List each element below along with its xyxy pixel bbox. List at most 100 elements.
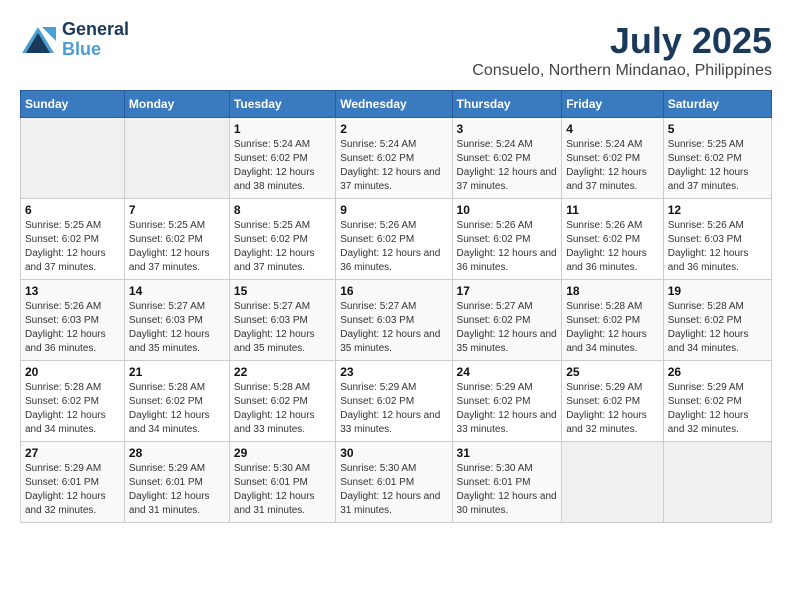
day-info: Sunrise: 5:29 AMSunset: 6:01 PMDaylight:… <box>25 462 120 518</box>
day-number: 26 <box>668 365 767 379</box>
calendar-cell: 31 Sunrise: 5:30 AMSunset: 6:01 PMDayligh… <box>452 442 562 523</box>
day-number: 6 <box>25 203 120 217</box>
calendar-cell: 24Sunrise: 5:29 AMSunset: 6:02 PMDayligh… <box>452 361 562 442</box>
title-block: July 2025 Consuelo, Northern Mindanao, P… <box>472 20 772 80</box>
calendar-cell: 27 Sunrise: 5:29 AMSunset: 6:01 PMDayligh… <box>21 442 125 523</box>
calendar-cell: 8 Sunrise: 5:25 AMSunset: 6:02 PMDaylight… <box>229 199 335 280</box>
weekday-header-tuesday: Tuesday <box>229 91 335 118</box>
day-info: Sunrise: 5:28 AMSunset: 6:02 PMDaylight:… <box>566 300 659 356</box>
day-info: Sunrise: 5:25 AMSunset: 6:02 PMDaylight:… <box>129 219 225 275</box>
logo: General Blue <box>20 20 129 60</box>
day-info: Sunrise: 5:26 AMSunset: 6:02 PMDaylight:… <box>566 219 659 275</box>
day-number: 10 <box>457 203 558 217</box>
day-number: 13 <box>25 284 120 298</box>
day-info: Sunrise: 5:30 AMSunset: 6:01 PMDaylight:… <box>457 462 558 518</box>
day-info: Sunrise: 5:29 AMSunset: 6:02 PMDaylight:… <box>340 381 447 437</box>
day-info: Sunrise: 5:25 AMSunset: 6:02 PMDaylight:… <box>234 219 331 275</box>
weekday-header-wednesday: Wednesday <box>336 91 452 118</box>
calendar-cell: 18 Sunrise: 5:28 AMSunset: 6:02 PMDayligh… <box>562 280 664 361</box>
day-info: Sunrise: 5:28 AMSunset: 6:02 PMDaylight:… <box>25 381 120 437</box>
calendar-cell: 9 Sunrise: 5:26 AMSunset: 6:02 PMDaylight… <box>336 199 452 280</box>
day-info: Sunrise: 5:29 AMSunset: 6:02 PMDaylight:… <box>457 381 558 437</box>
calendar-cell: 12 Sunrise: 5:26 AMSunset: 6:03 PMDayligh… <box>663 199 771 280</box>
day-info: Sunrise: 5:29 AMSunset: 6:02 PMDaylight:… <box>668 381 767 437</box>
weekday-header-sunday: Sunday <box>21 91 125 118</box>
calendar-cell: 26 Sunrise: 5:29 AMSunset: 6:02 PMDayligh… <box>663 361 771 442</box>
calendar-cell: 25 Sunrise: 5:29 AMSunset: 6:02 PMDayligh… <box>562 361 664 442</box>
page-subtitle: Consuelo, Northern Mindanao, Philippines <box>472 62 772 80</box>
day-info: Sunrise: 5:29 AMSunset: 6:01 PMDaylight:… <box>129 462 225 518</box>
day-number: 21 <box>129 365 225 379</box>
calendar-cell: 14 Sunrise: 5:27 AMSunset: 6:03 PMDayligh… <box>124 280 229 361</box>
day-number: 22 <box>234 365 331 379</box>
day-number: 19 <box>668 284 767 298</box>
weekday-header-friday: Friday <box>562 91 664 118</box>
day-number: 29 <box>234 446 331 460</box>
calendar-cell: 13Sunrise: 5:26 AMSunset: 6:03 PMDayligh… <box>21 280 125 361</box>
logo-line1: General <box>62 20 129 40</box>
day-info: Sunrise: 5:28 AMSunset: 6:02 PMDaylight:… <box>234 381 331 437</box>
day-number: 7 <box>129 203 225 217</box>
day-info: Sunrise: 5:27 AMSunset: 6:02 PMDaylight:… <box>457 300 558 356</box>
calendar-cell: 10 Sunrise: 5:26 AMSunset: 6:02 PMDayligh… <box>452 199 562 280</box>
day-info: Sunrise: 5:30 AMSunset: 6:01 PMDaylight:… <box>234 462 331 518</box>
calendar-week-5: 27 Sunrise: 5:29 AMSunset: 6:01 PMDayligh… <box>21 442 772 523</box>
day-info: Sunrise: 5:26 AMSunset: 6:03 PMDaylight:… <box>668 219 767 275</box>
calendar-cell: 4Sunrise: 5:24 AMSunset: 6:02 PMDaylight… <box>562 118 664 199</box>
logo-icon <box>20 25 56 55</box>
calendar-cell <box>124 118 229 199</box>
day-number: 30 <box>340 446 447 460</box>
calendar-cell: 17 Sunrise: 5:27 AMSunset: 6:02 PMDayligh… <box>452 280 562 361</box>
day-number: 17 <box>457 284 558 298</box>
page-header: General Blue July 2025 Consuelo, Norther… <box>20 20 772 80</box>
day-number: 8 <box>234 203 331 217</box>
logo-line2: Blue <box>62 40 129 60</box>
day-info: Sunrise: 5:27 AMSunset: 6:03 PMDaylight:… <box>129 300 225 356</box>
day-number: 14 <box>129 284 225 298</box>
day-info: Sunrise: 5:29 AMSunset: 6:02 PMDaylight:… <box>566 381 659 437</box>
day-info: Sunrise: 5:26 AMSunset: 6:02 PMDaylight:… <box>340 219 447 275</box>
day-info: Sunrise: 5:24 AMSunset: 6:02 PMDaylight:… <box>340 138 447 194</box>
day-info: Sunrise: 5:26 AMSunset: 6:02 PMDaylight:… <box>457 219 558 275</box>
calendar-cell: 16 Sunrise: 5:27 AMSunset: 6:03 PMDayligh… <box>336 280 452 361</box>
day-number: 4 <box>566 122 659 136</box>
day-number: 5 <box>668 122 767 136</box>
calendar-cell: 19 Sunrise: 5:28 AMSunset: 6:02 PMDayligh… <box>663 280 771 361</box>
day-info: Sunrise: 5:28 AMSunset: 6:02 PMDaylight:… <box>129 381 225 437</box>
weekday-header-saturday: Saturday <box>663 91 771 118</box>
calendar-cell: 11Sunrise: 5:26 AMSunset: 6:02 PMDayligh… <box>562 199 664 280</box>
day-number: 9 <box>340 203 447 217</box>
day-info: Sunrise: 5:30 AMSunset: 6:01 PMDaylight:… <box>340 462 447 518</box>
day-number: 16 <box>340 284 447 298</box>
calendar-week-4: 20Sunrise: 5:28 AMSunset: 6:02 PMDayligh… <box>21 361 772 442</box>
day-number: 2 <box>340 122 447 136</box>
day-number: 25 <box>566 365 659 379</box>
calendar-cell: 20Sunrise: 5:28 AMSunset: 6:02 PMDayligh… <box>21 361 125 442</box>
day-number: 28 <box>129 446 225 460</box>
calendar-week-1: 1 Sunrise: 5:24 AMSunset: 6:02 PMDaylight… <box>21 118 772 199</box>
day-info: Sunrise: 5:27 AMSunset: 6:03 PMDaylight:… <box>340 300 447 356</box>
calendar-cell: 15Sunrise: 5:27 AMSunset: 6:03 PMDayligh… <box>229 280 335 361</box>
day-info: Sunrise: 5:28 AMSunset: 6:02 PMDaylight:… <box>668 300 767 356</box>
calendar-cell <box>21 118 125 199</box>
weekday-header-thursday: Thursday <box>452 91 562 118</box>
day-number: 27 <box>25 446 120 460</box>
calendar-cell: 6 Sunrise: 5:25 AMSunset: 6:02 PMDaylight… <box>21 199 125 280</box>
calendar-week-3: 13Sunrise: 5:26 AMSunset: 6:03 PMDayligh… <box>21 280 772 361</box>
day-number: 31 <box>457 446 558 460</box>
day-info: Sunrise: 5:24 AMSunset: 6:02 PMDaylight:… <box>457 138 558 194</box>
day-number: 23 <box>340 365 447 379</box>
calendar-header-row: SundayMondayTuesdayWednesdayThursdayFrid… <box>21 91 772 118</box>
weekday-header-monday: Monday <box>124 91 229 118</box>
day-number: 1 <box>234 122 331 136</box>
calendar-table: SundayMondayTuesdayWednesdayThursdayFrid… <box>20 90 772 523</box>
page-title: July 2025 <box>472 20 772 62</box>
day-number: 15 <box>234 284 331 298</box>
calendar-cell: 29 Sunrise: 5:30 AMSunset: 6:01 PMDayligh… <box>229 442 335 523</box>
day-number: 18 <box>566 284 659 298</box>
calendar-cell: 1Sunrise: 5:24 AMSunset: 6:02 PMDaylight… <box>229 118 335 199</box>
calendar-cell <box>663 442 771 523</box>
day-number: 12 <box>668 203 767 217</box>
day-info: Sunrise: 5:25 AMSunset: 6:02 PMDaylight:… <box>668 138 767 194</box>
day-info: Sunrise: 5:25 AMSunset: 6:02 PMDaylight:… <box>25 219 120 275</box>
